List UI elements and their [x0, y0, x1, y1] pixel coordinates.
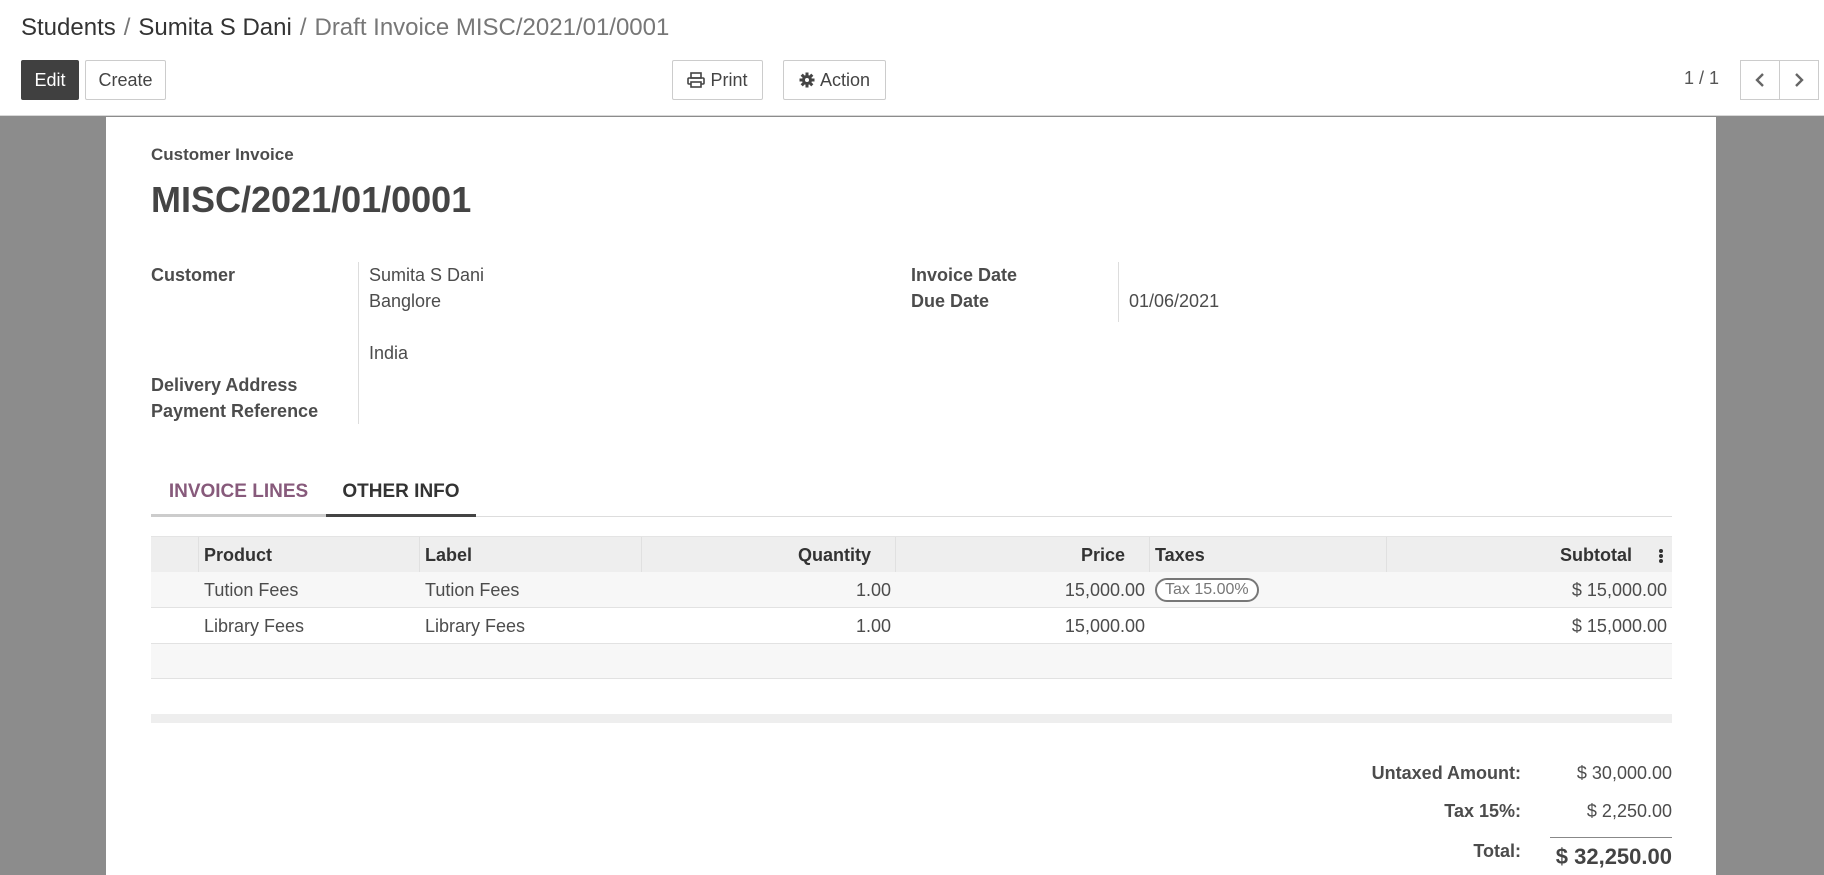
cell-subtotal: $ 15,000.00 [1571, 579, 1667, 600]
customer-country: India [369, 343, 409, 363]
untaxed-amount-value: $ 30,000.00 [1576, 763, 1672, 783]
header-subtotal[interactable]: Subtotal [1387, 537, 1672, 573]
tax-value: $ 2,250.00 [1586, 801, 1672, 821]
gear-icon [799, 72, 815, 88]
notebook-tabs: Invoice Lines Other Info [151, 469, 1672, 517]
invoice-date-label: Invoice Date [911, 265, 1018, 285]
control-panel: Students / Sumita S Dani / Draft Invoice MIS… [0, 0, 1824, 116]
breadcrumb-students[interactable]: Students [21, 14, 116, 41]
header-product[interactable]: Product [199, 537, 420, 573]
customer-city: Banglore [369, 291, 442, 311]
print-button[interactable]: Print [672, 60, 763, 100]
breadcrumb-student[interactable]: Sumita S Dani [138, 14, 291, 41]
header-quantity[interactable]: Quantity [642, 537, 896, 573]
table-header-handle [151, 537, 199, 573]
customer-name[interactable]: Sumita S Dani [369, 265, 484, 286]
print-icon [687, 72, 706, 88]
breadcrumb-separator: / [123, 14, 131, 41]
cell-price: 15,000.00 [1064, 615, 1145, 636]
table-footer [151, 714, 1672, 723]
due-date-label: Due Date [911, 291, 990, 311]
pager-next-button[interactable] [1779, 60, 1819, 100]
form-sheet: Customer Invoice MISC/2021/01/0001 Custo… [106, 117, 1716, 875]
tab-invoice-lines[interactable]: Invoice Lines [151, 469, 326, 517]
breadcrumb: Students / Sumita S Dani / Draft Invoice MIS… [21, 14, 669, 42]
document-type-label: Customer Invoice [151, 145, 294, 164]
field-divider [358, 262, 359, 424]
pager-previous-button[interactable] [1740, 60, 1780, 100]
invoice-lines-table: Product Label Quantity Price Taxes Subto… [151, 536, 1672, 723]
untaxed-amount-label: Untaxed Amount: [1371, 763, 1521, 783]
chevron-left-icon [1755, 73, 1764, 87]
cell-price: 15,000.00 [1064, 579, 1145, 600]
kebab-menu-icon[interactable] [1658, 548, 1664, 564]
chevron-right-icon [1795, 73, 1804, 87]
action-button[interactable]: Action [783, 60, 886, 100]
header-price[interactable]: Price [896, 537, 1150, 573]
action-label: Action [819, 69, 871, 90]
table-row[interactable]: Library Fees Library Fees 1.00 15,000.00… [151, 608, 1672, 644]
cell-product: Library Fees [204, 615, 305, 636]
tab-other-info[interactable]: Other Info [326, 469, 476, 517]
tax-label: Tax 15%: [1444, 801, 1521, 821]
delivery-address-label: Delivery Address [151, 375, 298, 395]
table-header: Product Label Quantity Price Taxes Subto… [151, 536, 1672, 573]
cell-label: Library Fees [425, 615, 526, 636]
cell-subtotal: $ 15,000.00 [1571, 615, 1667, 636]
table-row[interactable]: Tution Fees Tution Fees 1.00 15,000.00 T… [151, 572, 1672, 608]
breadcrumb-separator: / [299, 14, 307, 41]
pager-value[interactable]: 1 / 1 [1684, 68, 1719, 89]
create-button[interactable]: Create [85, 60, 166, 100]
due-date-value: 01/06/2021 [1129, 291, 1220, 311]
breadcrumb-current: Draft Invoice MISC/2021/01/0001 [314, 14, 670, 41]
table-empty-row[interactable] [151, 644, 1672, 679]
cell-label: Tution Fees [425, 579, 520, 600]
customer-label: Customer [151, 265, 236, 285]
invoice-number: MISC/2021/01/0001 [151, 179, 472, 220]
print-label: Print [710, 69, 748, 90]
total-value: $ 32,250.00 [1555, 844, 1672, 869]
edit-button[interactable]: Edit [21, 60, 79, 100]
header-label[interactable]: Label [420, 537, 642, 573]
payment-reference-label: Payment Reference [151, 401, 319, 421]
total-divider [1550, 837, 1672, 838]
tax-tag: Tax 15.00% [1155, 578, 1259, 602]
header-taxes[interactable]: Taxes [1150, 537, 1387, 573]
cell-quantity: 1.00 [855, 615, 891, 636]
field-divider [1118, 262, 1119, 322]
cell-quantity: 1.00 [855, 579, 891, 600]
total-label: Total: [1473, 841, 1521, 861]
cell-product: Tution Fees [204, 579, 299, 600]
